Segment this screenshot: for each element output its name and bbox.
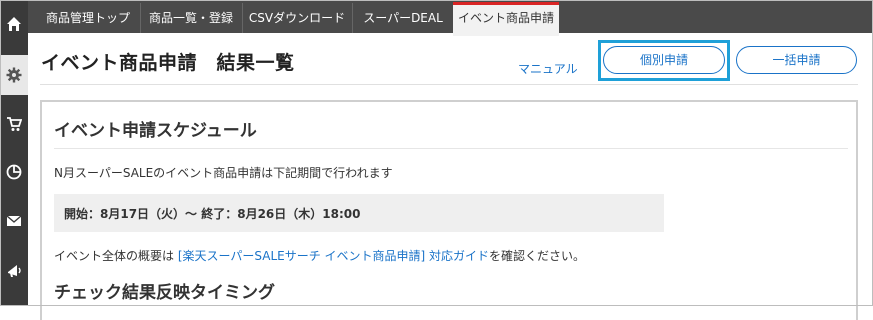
window-frame — [0, 0, 873, 306]
